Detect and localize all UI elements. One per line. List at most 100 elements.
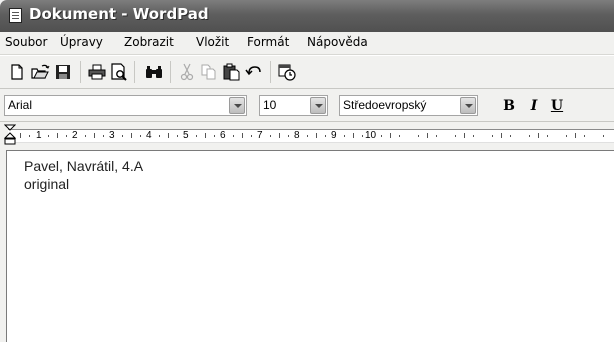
ruler-number: 4 [146, 130, 152, 141]
ruler-tick [233, 135, 234, 137]
find-icon[interactable] [143, 61, 165, 83]
ruler[interactable]: 1 2 3 4 5 6 7 8 9 10 [0, 122, 614, 148]
ruler-half-mark [538, 133, 539, 138]
ruler-tick [455, 135, 456, 137]
ruler-half-mark [279, 133, 280, 138]
font-size-combo[interactable]: 10 [259, 95, 328, 116]
ruler-half-mark [427, 133, 428, 138]
ruler-half-mark [94, 133, 95, 138]
ruler-half-mark [575, 133, 576, 138]
toolbar-separator [270, 61, 271, 83]
ruler-tick [140, 135, 141, 137]
ruler-tick [122, 135, 123, 137]
print-icon[interactable] [86, 61, 108, 83]
title-bar[interactable]: Dokument - WordPad [0, 0, 614, 32]
ruler-tick [103, 135, 104, 137]
toolbar-separator [170, 61, 171, 83]
ruler-tick [473, 135, 474, 137]
menu-bar: Soubor Úpravy Zobrazit Vložit Formát Náp… [0, 32, 614, 55]
ruler-tick [603, 135, 604, 137]
ruler-tick [510, 135, 511, 137]
ruler-half-mark [316, 133, 317, 138]
document-area[interactable]: Pavel, Navrátil, 4.A original [6, 150, 614, 342]
ruler-half-mark [353, 133, 354, 138]
ruler-tick [529, 135, 530, 137]
font-combo[interactable]: Arial [4, 95, 247, 116]
ruler-half-mark [242, 133, 243, 138]
indent-marker[interactable] [3, 124, 17, 146]
ruler-number: 1 [36, 130, 42, 141]
print-preview-icon[interactable] [108, 61, 130, 83]
cut-icon[interactable] [176, 61, 198, 83]
ruler-tick [29, 135, 30, 137]
save-icon[interactable] [52, 61, 74, 83]
ruler-tick [48, 135, 49, 137]
ruler-tick [344, 135, 345, 137]
ruler-half-mark [205, 133, 206, 138]
ruler-tick [325, 135, 326, 137]
bold-button[interactable]: B [501, 97, 517, 115]
menu-help[interactable]: Nápověda [307, 35, 368, 49]
ruler-tick [270, 135, 271, 137]
ruler-half-mark [131, 133, 132, 138]
ruler-tick [547, 135, 548, 137]
new-document-icon[interactable] [6, 61, 28, 83]
document-line: original [24, 176, 70, 192]
ruler-tick [159, 135, 160, 137]
ruler-number: 7 [257, 130, 263, 141]
ruler-half-mark [168, 133, 169, 138]
undo-icon[interactable] [243, 61, 265, 83]
format-toolbar: Arial 10 Středoevropský B I U [0, 89, 614, 122]
ruler-tick [492, 135, 493, 137]
underline-button[interactable]: U [549, 97, 565, 115]
ruler-half-mark [57, 133, 58, 138]
menu-file[interactable]: Soubor [5, 35, 47, 49]
window-title: Dokument - WordPad [29, 5, 209, 23]
open-folder-icon[interactable] [29, 61, 51, 83]
ruler-tick [214, 135, 215, 137]
paste-icon[interactable] [221, 61, 243, 83]
ruler-tick [288, 135, 289, 137]
menu-format[interactable]: Formát [247, 35, 289, 49]
ruler-tick [399, 135, 400, 137]
ruler-tick [177, 135, 178, 137]
date-time-icon[interactable] [276, 61, 298, 83]
font-size-value: 10 [263, 98, 277, 112]
ruler-tick [251, 135, 252, 137]
ruler-tick [418, 135, 419, 137]
ruler-tick [66, 135, 67, 137]
ruler-tick [85, 135, 86, 137]
ruler-tick [566, 135, 567, 137]
ruler-tick [307, 135, 308, 137]
ruler-number: 5 [183, 130, 189, 141]
ruler-number: 9 [331, 130, 337, 141]
ruler-tick [381, 135, 382, 137]
toolbar-separator [134, 61, 135, 83]
chevron-down-icon[interactable] [310, 97, 326, 114]
ruler-half-mark [20, 133, 21, 138]
document-frame: Pavel, Navrátil, 4.A original [0, 148, 614, 342]
wordpad-document-icon[interactable] [9, 8, 22, 23]
standard-toolbar [0, 55, 614, 89]
wordpad-window: Dokument - WordPad Soubor Úpravy Zobrazi… [0, 0, 614, 342]
chevron-down-icon[interactable] [229, 97, 245, 114]
ruler-number: 6 [220, 130, 226, 141]
script-combo[interactable]: Středoevropský [339, 95, 478, 116]
menu-insert[interactable]: Vložit [196, 35, 229, 49]
ruler-number: 2 [72, 130, 78, 141]
document-line: Pavel, Navrátil, 4.A [24, 158, 144, 174]
menu-view[interactable]: Zobrazit [124, 35, 174, 49]
ruler-half-mark [464, 133, 465, 138]
copy-icon[interactable] [198, 61, 220, 83]
ruler-tick [362, 135, 363, 137]
ruler-tick [436, 135, 437, 137]
ruler-tick [584, 135, 585, 137]
italic-button[interactable]: I [526, 97, 542, 115]
chevron-down-icon[interactable] [460, 97, 476, 114]
font-value: Arial [8, 98, 33, 112]
menu-edit[interactable]: Úpravy [60, 35, 103, 49]
ruler-number: 3 [109, 130, 115, 141]
ruler-number: 8 [294, 130, 300, 141]
ruler-tick [196, 135, 197, 137]
ruler-strip: 1 2 3 4 5 6 7 8 9 10 [8, 129, 614, 143]
